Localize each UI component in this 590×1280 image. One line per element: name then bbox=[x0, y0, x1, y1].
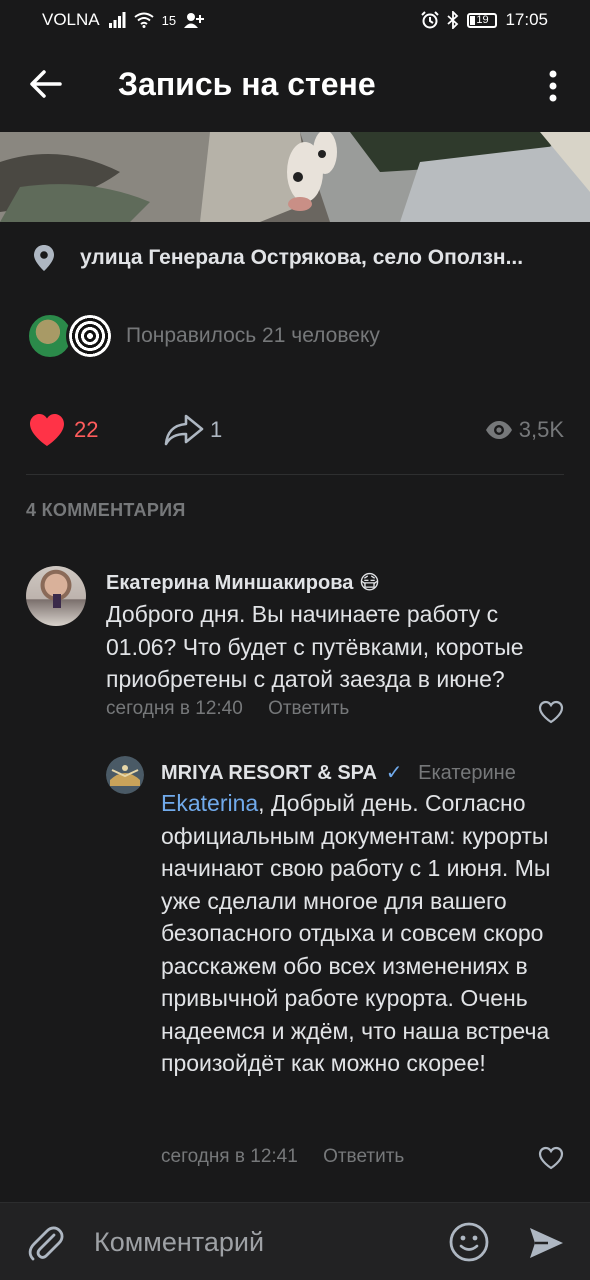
emoji-icon[interactable] bbox=[448, 1221, 490, 1263]
comment-meta: сегодня в 12:40 Ответить bbox=[106, 698, 349, 720]
views-counter: 3,5K bbox=[485, 410, 564, 450]
post-location[interactable]: улица Генерала Острякова, село Оползн... bbox=[0, 236, 590, 280]
comment-text: Ekaterina, Добрый день. Согласно официал… bbox=[161, 787, 561, 1080]
share-button[interactable]: 1 bbox=[164, 410, 222, 450]
send-icon[interactable] bbox=[526, 1223, 566, 1263]
battery-level: 19 bbox=[476, 13, 489, 26]
location-text: улица Генерала Острякова, село Оползн... bbox=[80, 246, 524, 269]
comments-count-header: 4 КОММЕНТАРИЯ bbox=[26, 500, 186, 520]
comment-compose-bar: Комментарий bbox=[0, 1202, 590, 1280]
comment-author[interactable]: Екатерина Миншакирова 😷 bbox=[106, 570, 380, 595]
heart-outline-icon[interactable] bbox=[538, 1146, 564, 1170]
verified-icon: ✓ bbox=[385, 762, 403, 784]
comment-time: сегодня в 12:40 bbox=[106, 698, 243, 719]
comment-meta: сегодня в 12:41 Ответить bbox=[161, 1146, 404, 1168]
views-count: 3,5K bbox=[518, 417, 564, 442]
signal-icon bbox=[108, 12, 126, 28]
mention-link[interactable]: Ekaterina bbox=[161, 790, 258, 816]
wifi-icon bbox=[134, 12, 154, 28]
more-vertical-icon[interactable] bbox=[538, 64, 568, 108]
alarm-icon bbox=[421, 11, 440, 29]
status-bar: VOLNA 15 19 17:05 bbox=[0, 0, 590, 40]
heart-outline-icon[interactable] bbox=[538, 700, 564, 724]
comment-reply: MRIYA RESORT & SPA ✓ Екатерине Ekaterina… bbox=[106, 756, 564, 1176]
comment-author[interactable]: MRIYA RESORT & SPA ✓ Екатерине bbox=[161, 760, 516, 785]
comment: Екатерина Миншакирова 😷 Доброго дня. Вы … bbox=[26, 566, 564, 726]
carrier-label: VOLNA bbox=[42, 10, 100, 29]
clock: 17:05 bbox=[505, 10, 548, 29]
avatar[interactable] bbox=[26, 566, 86, 626]
like-button[interactable]: 22 bbox=[28, 410, 98, 450]
eye-icon bbox=[485, 421, 512, 439]
add-user-icon bbox=[184, 13, 205, 28]
comment-text-body: , Добрый день. Согласно официальным доку… bbox=[161, 790, 551, 1076]
likers-text: Понравилось 21 человеку bbox=[126, 324, 380, 347]
avatar[interactable] bbox=[106, 756, 144, 794]
heart-filled-icon bbox=[30, 414, 64, 446]
author-name: MRIYA RESORT & SPA bbox=[161, 762, 377, 784]
location-pin-icon bbox=[34, 245, 54, 271]
divider bbox=[26, 474, 564, 475]
liker-avatar bbox=[66, 312, 114, 360]
comment-text: Доброго дня. Вы начинаете работу с 01.06… bbox=[106, 601, 524, 692]
post-actions: 22 1 3,5K bbox=[0, 404, 590, 456]
author-emoji: 😷 bbox=[358, 572, 380, 594]
reply-button[interactable]: Ответить bbox=[323, 1146, 404, 1167]
attach-icon[interactable] bbox=[26, 1223, 66, 1263]
back-arrow-icon[interactable] bbox=[24, 62, 68, 106]
author-name: Екатерина Миншакирова bbox=[106, 572, 354, 594]
likers-row[interactable]: Понравилось 21 человеку bbox=[26, 312, 566, 362]
shares-count: 1 bbox=[210, 417, 223, 442]
comment-input[interactable]: Комментарий bbox=[94, 1227, 264, 1258]
reply-button[interactable]: Ответить bbox=[268, 698, 349, 719]
bluetooth-icon bbox=[447, 11, 459, 29]
battery-icon: 19 bbox=[467, 12, 498, 28]
post-photo[interactable] bbox=[0, 132, 590, 222]
network-speed-label: 15 bbox=[161, 12, 177, 28]
reply-to-label: Екатерине bbox=[418, 762, 516, 784]
comment-time: сегодня в 12:41 bbox=[161, 1146, 298, 1167]
likes-count: 22 bbox=[74, 417, 99, 442]
page-title: Запись на стене bbox=[118, 66, 376, 102]
share-arrow-icon bbox=[164, 414, 204, 446]
app-bar: Запись на стене bbox=[0, 40, 590, 132]
